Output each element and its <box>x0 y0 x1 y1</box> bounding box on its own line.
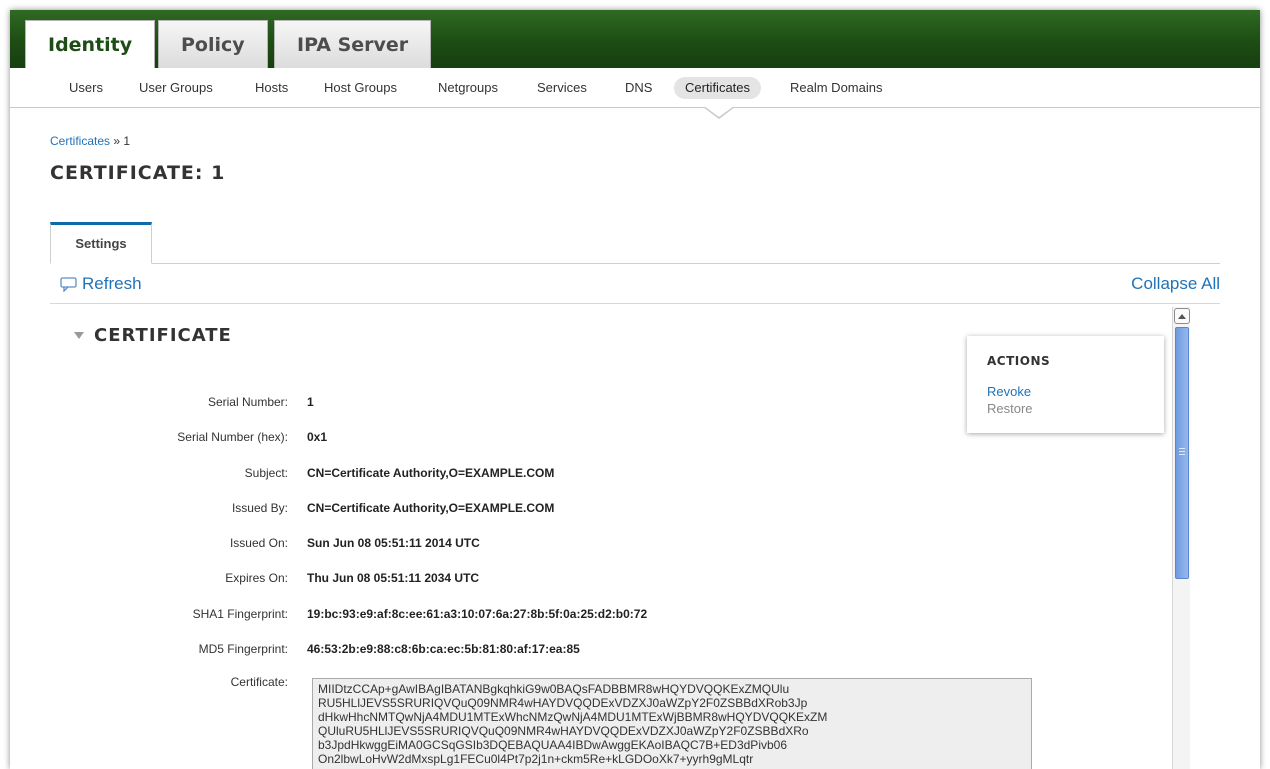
subnav-users[interactable]: Users <box>58 77 114 99</box>
certificate-label: Certificate: <box>230 675 288 689</box>
revoke-link[interactable]: Revoke <box>987 383 1144 400</box>
md5-fingerprint-label: MD5 Fingerprint: <box>198 642 288 656</box>
subject-value: CN=Certificate Authority,O=EXAMPLE.COM <box>307 466 555 480</box>
breadcrumb-current: 1 <box>123 134 131 148</box>
expires-on-label: Expires On: <box>225 571 288 585</box>
subnav-hosts[interactable]: Hosts <box>244 77 299 99</box>
certificate-textarea[interactable]: MIIDtzCCAp+gAwIBAgIBATANBgkqhkiG9w0BAQsF… <box>312 678 1032 769</box>
collapse-triangle-icon <box>74 332 84 339</box>
subnav-user-groups[interactable]: User Groups <box>128 77 224 99</box>
breadcrumb-certificates-link[interactable]: Certificates <box>50 134 110 148</box>
top-navigation-bar: Identity Policy IPA Server <box>10 10 1260 69</box>
subnav-realm-domains[interactable]: Realm Domains <box>779 77 893 99</box>
serial-number-hex-value: 0x1 <box>307 430 328 444</box>
serial-number-label: Serial Number: <box>207 395 288 409</box>
issued-on-label: Issued On: <box>229 536 288 550</box>
scrollbar-thumb[interactable] <box>1175 327 1189 579</box>
sub-navigation: Users User Groups Hosts Host Groups Netg… <box>10 68 1260 108</box>
scroll-up-arrow-icon[interactable] <box>1174 308 1190 324</box>
restore-link: Restore <box>987 401 1033 416</box>
subject-label: Subject: <box>244 466 288 480</box>
md5-fingerprint-value: 46:53:2b:e9:88:c8:6b:ca:ec:5b:81:80:af:1… <box>307 642 580 656</box>
tab-policy[interactable]: Policy <box>158 20 268 68</box>
facet-tabs-divider <box>50 263 1220 264</box>
subnav-dns[interactable]: DNS <box>614 77 663 99</box>
actions-title: ACTIONS <box>987 354 1051 368</box>
sha1-fingerprint-label: SHA1 Fingerprint: <box>192 607 288 621</box>
collapse-all-link[interactable]: Collapse All <box>1131 274 1220 294</box>
subnav-certificates[interactable]: Certificates <box>674 77 762 99</box>
issued-by-label: Issued By: <box>231 501 288 515</box>
app-window: Identity Policy IPA Server Users User Gr… <box>10 10 1260 769</box>
refresh-button[interactable]: Refresh <box>60 274 142 294</box>
details-content: CERTIFICATE Serial Number: 1 Serial Numb… <box>50 305 1210 769</box>
section-title: CERTIFICATE <box>94 325 232 346</box>
page-title: CERTIFICATE: 1 <box>50 162 226 184</box>
grip-icon <box>1179 448 1185 455</box>
refresh-label: Refresh <box>82 274 142 293</box>
vertical-scrollbar[interactable] <box>1172 307 1190 769</box>
breadcrumb: Certificates » 1 <box>50 134 130 148</box>
serial-number-value: 1 <box>307 395 314 409</box>
toolbar-divider <box>50 303 1220 304</box>
tab-identity[interactable]: Identity <box>25 20 156 69</box>
issued-by-value: CN=Certificate Authority,O=EXAMPLE.COM <box>307 501 555 515</box>
subnav-host-groups[interactable]: Host Groups <box>313 77 408 99</box>
active-subnav-pointer <box>703 106 735 119</box>
tab-ipa-server[interactable]: IPA Server <box>274 20 432 68</box>
issued-on-value: Sun Jun 08 05:51:11 2014 UTC <box>307 536 480 550</box>
actions-panel: ACTIONS Revoke Restore <box>967 336 1164 433</box>
breadcrumb-separator: » <box>113 134 121 148</box>
certificate-section-header[interactable]: CERTIFICATE <box>74 325 232 346</box>
serial-number-hex-label: Serial Number (hex): <box>177 430 288 444</box>
sha1-fingerprint-value: 19:bc:93:e9:af:8c:ee:61:a3:10:07:6a:27:8… <box>307 607 648 621</box>
refresh-icon <box>60 276 77 292</box>
subnav-netgroups[interactable]: Netgroups <box>427 77 509 99</box>
tab-settings[interactable]: Settings <box>50 222 152 264</box>
subnav-services[interactable]: Services <box>526 77 598 99</box>
expires-on-value: Thu Jun 08 05:51:11 2034 UTC <box>307 571 480 585</box>
